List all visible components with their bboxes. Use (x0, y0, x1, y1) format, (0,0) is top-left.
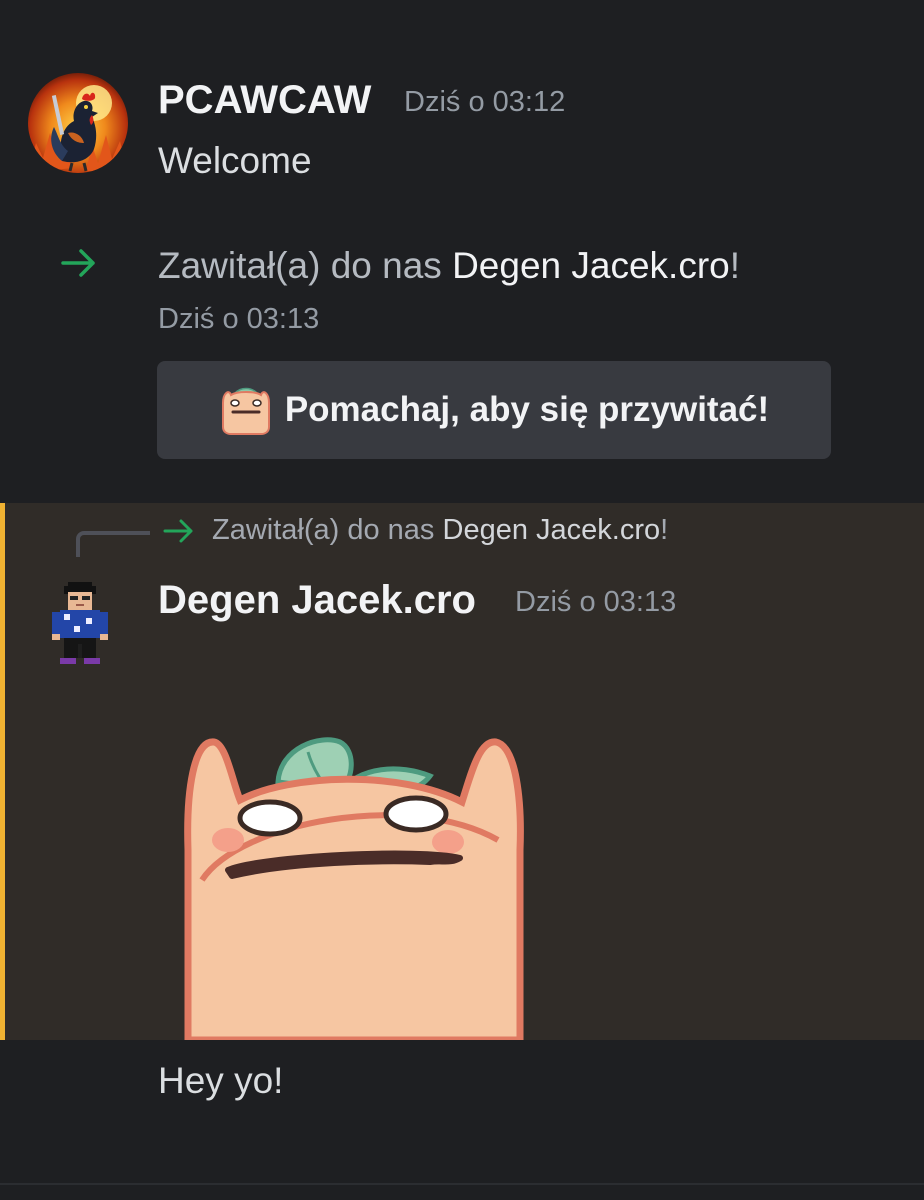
wave-to-say-hi-button[interactable]: Pomachaj, aby się przywitać! (157, 361, 831, 459)
username-pcawcaw[interactable]: PCAWCAW (158, 78, 371, 123)
message-timestamp: Dziś o 03:12 (404, 86, 566, 118)
message-content: Welcome (158, 140, 312, 181)
avatar-pcawcaw[interactable] (28, 73, 128, 173)
arrow-right-icon (61, 249, 95, 277)
divider (0, 1183, 924, 1185)
join-username-link[interactable]: Degen Jacek.cro (452, 245, 730, 286)
message-timestamp: Dziś o 03:13 (515, 586, 677, 618)
message-content: Hey yo! (158, 1060, 284, 1101)
join-timestamp: Dziś o 03:13 (158, 303, 320, 335)
peach-sticker-icon[interactable] (180, 730, 530, 1040)
rooster-avatar-icon (28, 73, 128, 173)
username-degen-jacek[interactable]: Degen Jacek.cro (158, 578, 476, 623)
reply-username: Degen Jacek.cro (442, 514, 661, 546)
mention-highlight-bar (0, 503, 5, 1040)
peach-wave-icon (221, 387, 270, 435)
join-message: Zawitał(a) do nas Degen Jacek.cro! (158, 245, 740, 287)
reply-arrow-right-icon (163, 519, 193, 543)
reply-preview[interactable]: Zawitał(a) do nas Degen Jacek.cro! (212, 514, 668, 547)
reply-suffix: ! (660, 514, 669, 546)
reply-connector-line (76, 531, 150, 557)
pixel-character-avatar-icon (52, 582, 108, 664)
wave-button-label: Pomachaj, aby się przywitać! (284, 390, 770, 429)
join-message-suffix: ! (729, 245, 741, 286)
join-message-prefix: Zawitał(a) do nas (158, 245, 453, 286)
reply-prefix: Zawitał(a) do nas (212, 514, 443, 546)
avatar-degen-jacek[interactable] (30, 572, 130, 672)
